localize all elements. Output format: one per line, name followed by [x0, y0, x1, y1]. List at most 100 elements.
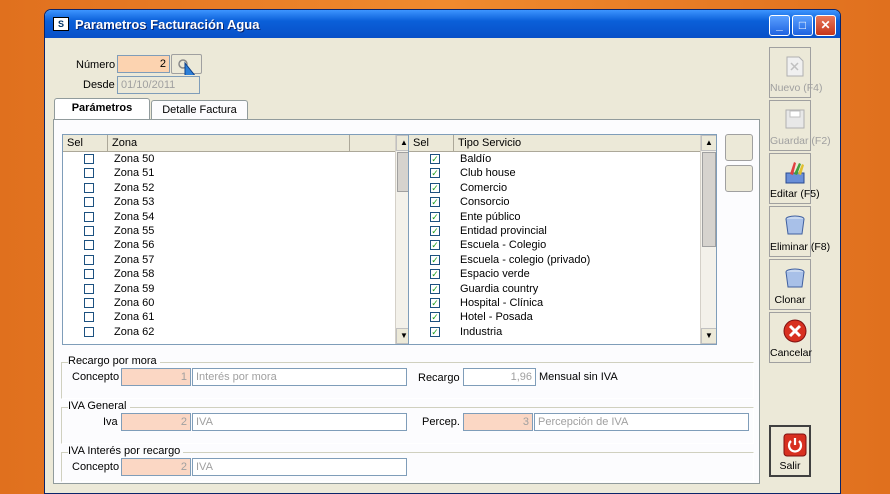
row-label: Consorcio [460, 196, 510, 209]
row-checkbox[interactable] [84, 298, 94, 308]
percep-code[interactable]: 3 [463, 413, 533, 431]
row-checkbox[interactable]: ✓ [430, 326, 440, 337]
row-label: Zona 58 [114, 268, 155, 281]
editar-button[interactable]: Editar (F5) [769, 153, 820, 204]
nuevo-button[interactable]: Nuevo (F4) [769, 47, 823, 98]
list-item[interactable]: Zona 50 [63, 152, 396, 167]
row-checkbox[interactable]: ✓ [430, 298, 440, 308]
iva-code[interactable]: 2 [121, 413, 191, 431]
row-checkbox[interactable]: ✓ [430, 240, 440, 251]
list-item[interactable]: Zona 61 [63, 310, 396, 325]
row-label: Escuela - colegio (privado) [460, 253, 591, 266]
lookup-button[interactable] [171, 54, 202, 88]
list-item[interactable]: Zona 55 [63, 224, 396, 239]
tab-detalle-factura[interactable]: Detalle Factura [151, 100, 248, 120]
row-checkbox[interactable] [84, 211, 94, 222]
row-checkbox[interactable] [84, 197, 94, 208]
recargo-concepto-label: Concepto [72, 371, 120, 383]
list-item[interactable]: ✓ Hospital - Clínica [409, 296, 701, 311]
clonar-button[interactable]: Clonar [769, 259, 811, 310]
list-item[interactable]: ✓ Comercio [409, 181, 701, 196]
row-checkbox[interactable] [84, 283, 94, 294]
list-item[interactable]: ✓ Escuela - colegio (privado) [409, 253, 701, 268]
servicio-col-tipo[interactable]: Tipo Servicio [454, 135, 701, 151]
list-item[interactable]: ✓ Hotel - Posada [409, 310, 701, 325]
deselect-all-button[interactable] [725, 165, 753, 192]
list-item[interactable]: Zona 54 [63, 210, 396, 225]
row-label: Zona 52 [114, 181, 155, 194]
zona-col-extra[interactable] [350, 135, 396, 151]
list-item[interactable]: Zona 52 [63, 181, 396, 196]
row-checkbox[interactable]: ✓ [430, 254, 440, 265]
scroll-up-icon[interactable]: ▲ [701, 135, 716, 151]
list-item[interactable]: Zona 51 [63, 166, 396, 181]
row-checkbox[interactable]: ✓ [430, 283, 440, 294]
list-item[interactable]: ✓ Espacio verde [409, 267, 701, 282]
cancelar-button[interactable]: Cancelar [769, 312, 812, 363]
servicio-col-sel[interactable]: Sel [409, 135, 454, 151]
row-checkbox[interactable]: ✓ [430, 312, 440, 323]
numero-label: Número [76, 59, 116, 71]
row-label: Ente público [460, 210, 521, 223]
iva-general-title: IVA General [68, 400, 130, 412]
row-checkbox[interactable]: ✓ [430, 197, 440, 208]
row-checkbox[interactable] [84, 326, 94, 337]
row-checkbox[interactable]: ✓ [430, 269, 440, 280]
list-item[interactable]: Zona 58 [63, 267, 396, 282]
row-checkbox[interactable]: ✓ [430, 168, 440, 179]
select-all-button[interactable] [725, 134, 753, 161]
zona-grid-header: Sel Zona [63, 135, 396, 152]
list-item[interactable]: Zona 53 [63, 195, 396, 210]
servicio-grid[interactable]: Sel Tipo Servicio ✓ Baldío ✓ Club house ✓ Com… [408, 134, 717, 345]
iva-recargo-code[interactable]: 2 [121, 458, 191, 476]
row-checkbox[interactable] [84, 226, 94, 236]
servicio-scrollbar[interactable]: ▲ ▼ [700, 135, 716, 344]
list-item[interactable]: ✓ Industria [409, 325, 701, 340]
list-item[interactable]: Zona 56 [63, 238, 396, 253]
title-bar[interactable]: S Parametros Facturación Agua _ □ ✕ [45, 10, 840, 38]
list-item[interactable]: ✓ Entidad provincial [409, 224, 701, 239]
list-item[interactable]: Zona 60 [63, 296, 396, 311]
row-label: Zona 57 [114, 253, 155, 266]
row-checkbox[interactable]: ✓ [430, 154, 440, 164]
list-item[interactable]: ✓ Consorcio [409, 195, 701, 210]
row-checkbox[interactable]: ✓ [430, 182, 440, 193]
guardar-button[interactable]: Guardar (F2) [769, 100, 831, 151]
row-checkbox[interactable] [84, 182, 94, 193]
list-item[interactable]: ✓ Ente público [409, 210, 701, 225]
list-item[interactable]: Zona 59 [63, 282, 396, 297]
row-checkbox[interactable] [84, 154, 94, 164]
salir-button[interactable]: Salir [769, 425, 811, 477]
list-item[interactable]: ✓ Club house [409, 166, 701, 181]
eliminar-button[interactable]: Eliminar (F8) [769, 206, 830, 257]
list-item[interactable]: ✓ Guardia country [409, 282, 701, 297]
recargo-label: Recargo [418, 372, 460, 384]
tab-parametros[interactable]: Parámetros [54, 98, 150, 120]
list-item[interactable]: Zona 57 [63, 253, 396, 268]
numero-field[interactable]: 2 [117, 55, 170, 73]
scroll-down-icon[interactable]: ▼ [701, 328, 716, 344]
list-item[interactable]: ✓ Escuela - Colegio [409, 238, 701, 253]
guardar-label: Guardar (F2) [770, 135, 831, 147]
row-checkbox[interactable] [84, 168, 94, 179]
zona-col-sel[interactable]: Sel [63, 135, 108, 151]
list-item[interactable]: ✓ Baldío [409, 152, 701, 167]
pencils-edit-icon [785, 162, 805, 184]
new-document-icon [786, 56, 804, 77]
close-button[interactable]: ✕ [815, 15, 836, 36]
scroll-thumb[interactable] [702, 152, 716, 247]
row-checkbox[interactable]: ✓ [430, 211, 440, 222]
zona-col-zona[interactable]: Zona [108, 135, 350, 151]
row-checkbox[interactable] [84, 240, 94, 251]
row-checkbox[interactable] [84, 254, 94, 265]
recargo-concepto-code[interactable]: 1 [121, 368, 191, 386]
row-checkbox[interactable] [84, 312, 94, 323]
maximize-button[interactable]: □ [792, 15, 813, 36]
row-checkbox[interactable]: ✓ [430, 226, 440, 236]
zona-grid[interactable]: Sel Zona Zona 50 Zona 51 Zona 52 Zona 53 Zon… [62, 134, 412, 345]
minimize-button[interactable]: _ [769, 15, 790, 36]
recargo-value[interactable]: 1,96 [463, 368, 536, 386]
row-label: Zona 54 [114, 210, 155, 223]
list-item[interactable]: Zona 62 [63, 325, 396, 340]
row-checkbox[interactable] [84, 269, 94, 280]
